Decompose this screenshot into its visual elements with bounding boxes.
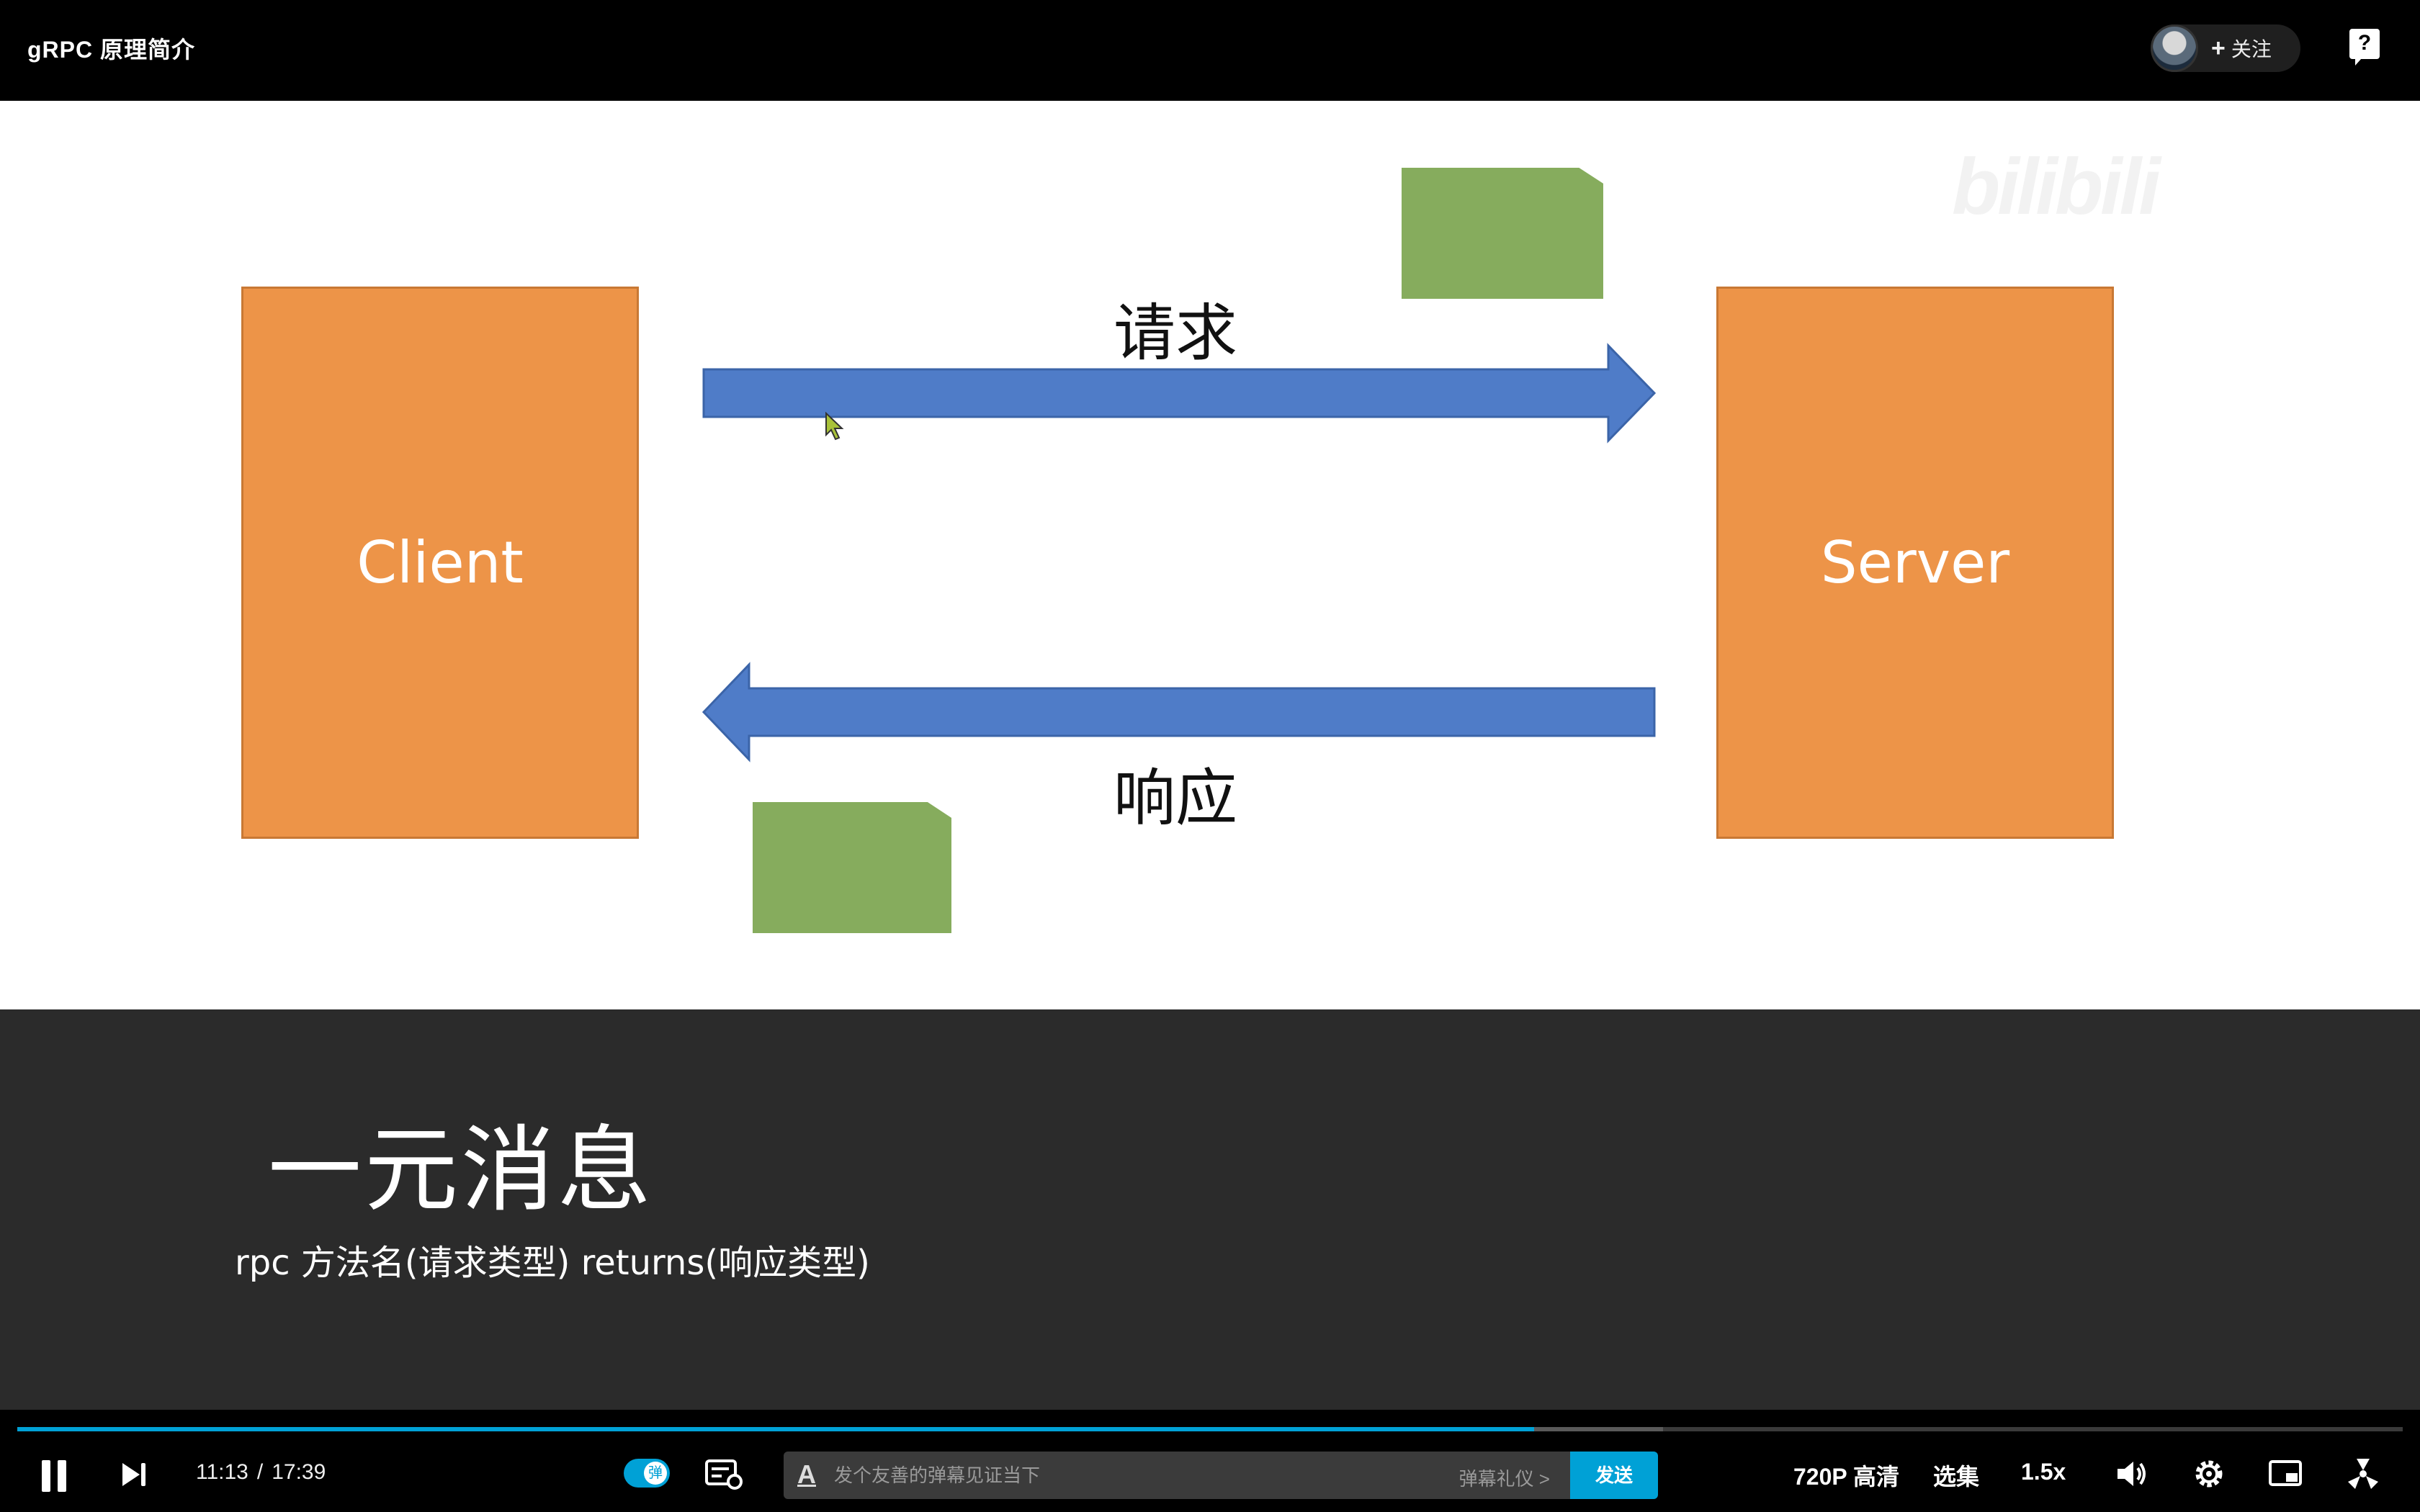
danmaku-settings-icon[interactable] — [704, 1457, 743, 1490]
arrows-layer — [702, 343, 1657, 762]
fullscreen-fan-icon[interactable] — [2345, 1456, 2381, 1492]
picture-in-picture-icon[interactable] — [2267, 1456, 2303, 1492]
rpc-syntax: rpc 方法名(请求类型) returns(响应类型) — [235, 1243, 870, 1283]
time-separator: / — [256, 1460, 264, 1484]
follow-label: 关注 — [2231, 38, 2272, 60]
total-time: 17:39 — [272, 1460, 326, 1484]
send-button[interactable]: 发送 — [1570, 1452, 1658, 1499]
progress-bar[interactable] — [17, 1427, 2403, 1431]
danmaku-toggle-knob: 弹 — [644, 1462, 667, 1485]
danmaku-input-wrap[interactable]: A 弹幕礼仪 > — [784, 1452, 1570, 1499]
section-heading: 一元消息 — [268, 1115, 655, 1225]
mouse-cursor-icon — [825, 412, 844, 441]
speed-selector[interactable]: 1.5x — [2021, 1459, 2066, 1485]
next-icon[interactable] — [120, 1460, 148, 1489]
danmaku-toggle[interactable]: 弹 — [624, 1459, 670, 1488]
episodes-button[interactable]: 选集 — [1933, 1459, 1979, 1492]
progress-played — [17, 1427, 1535, 1431]
danmaku-etiquette-link[interactable]: 弹幕礼仪 > — [1459, 1464, 1550, 1491]
video-title: gRPC 原理简介 — [27, 37, 196, 63]
pause-button[interactable] — [40, 1460, 69, 1492]
uploader-avatar[interactable] — [2151, 24, 2198, 72]
danmaku-input[interactable] — [834, 1460, 1410, 1490]
request-label: 请求 — [1113, 297, 1237, 369]
lower-panel: 一元消息 rpc 方法名(请求类型) returns(响应类型) — [0, 1009, 2420, 1410]
video-frame-slide[interactable]: bilibili Client Server 请求 响应 — [0, 101, 2420, 1009]
settings-gear-icon[interactable] — [2191, 1456, 2227, 1492]
plus-icon: + — [2211, 34, 2226, 62]
player-controls: 11:13 / 17:39 弹 A 弹幕礼仪 > 发送 720P 高清 选集 1.5… — [0, 1434, 2420, 1512]
danmaku-style-icon[interactable]: A — [794, 1460, 820, 1490]
follow-button[interactable]: + 关注 — [2211, 32, 2272, 65]
help-icon[interactable]: ? — [2349, 29, 2380, 66]
response-arrow — [702, 662, 1656, 762]
volume-icon[interactable] — [2113, 1456, 2149, 1492]
quality-selector[interactable]: 720P 高清 — [1793, 1459, 1899, 1492]
top-bar: gRPC 原理简介 + 关注 ? — [0, 0, 2420, 101]
response-label: 响应 — [1113, 762, 1237, 834]
time-display: 11:13 / 17:39 — [196, 1460, 326, 1485]
uploader-follow[interactable]: + 关注 — [2151, 24, 2300, 72]
current-time: 11:13 — [196, 1460, 248, 1484]
